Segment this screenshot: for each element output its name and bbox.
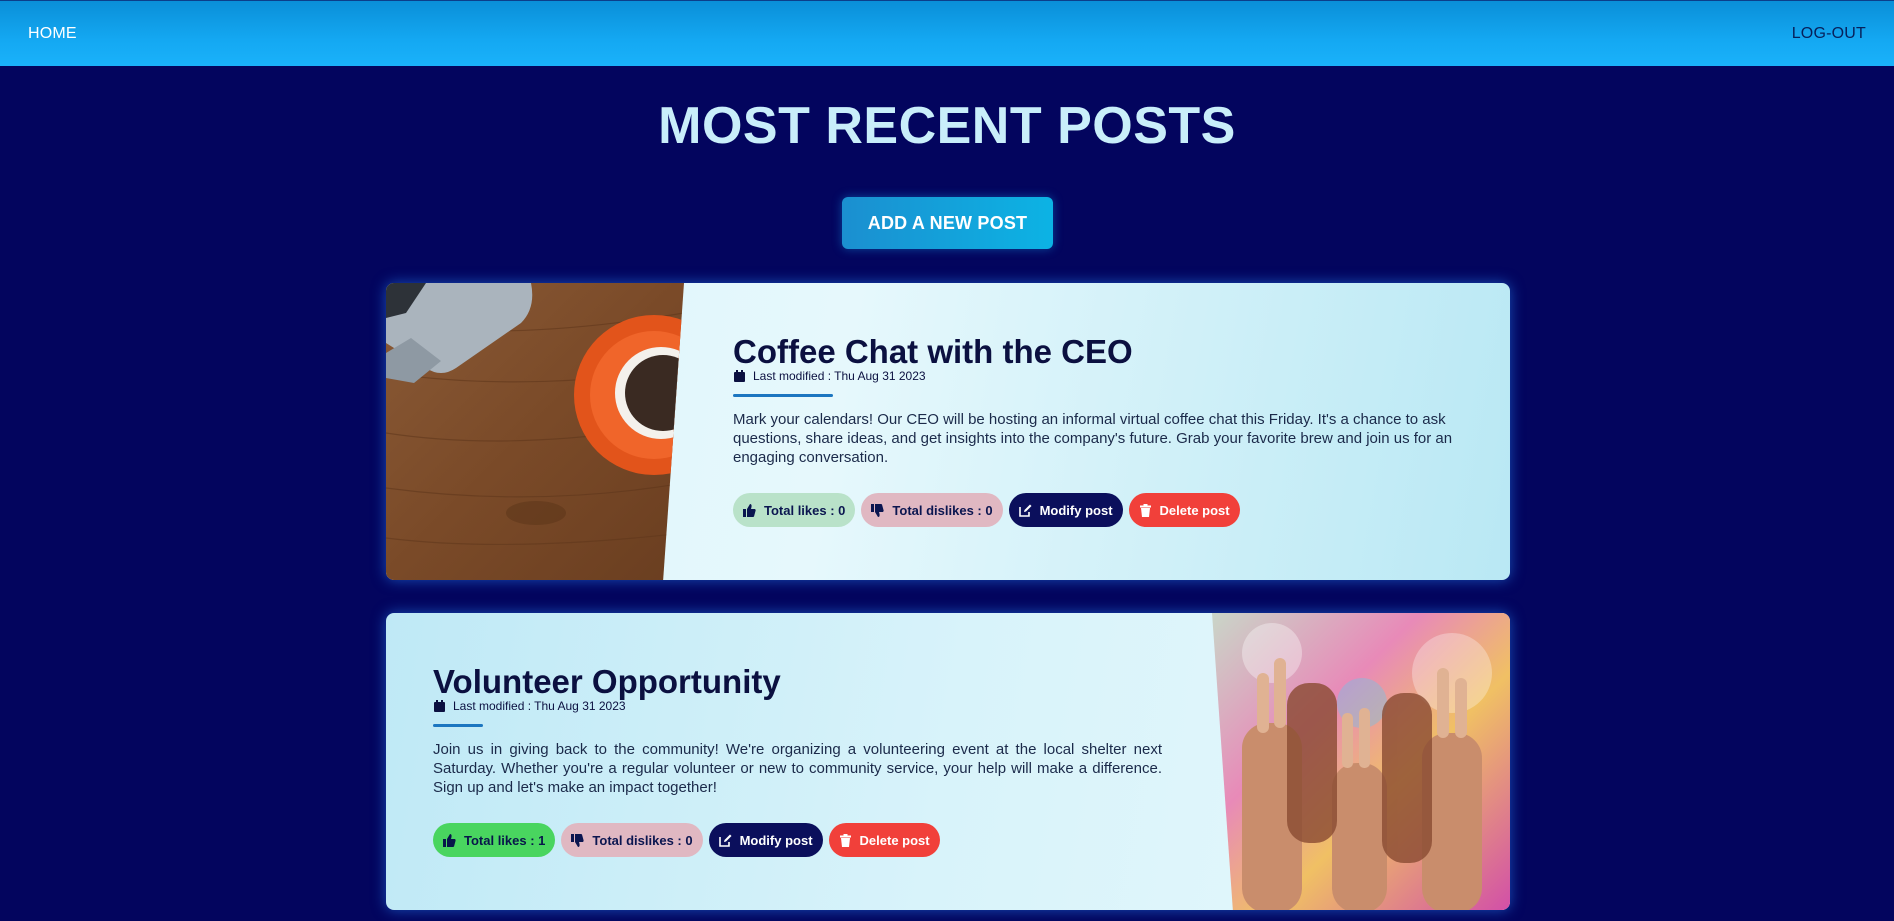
laptop-and-coffee-cup-photo (386, 283, 684, 580)
top-navbar: HOME LOG-OUT (0, 0, 1894, 66)
title-underline (433, 724, 483, 727)
nav-home-link[interactable]: HOME (28, 25, 77, 43)
like-button[interactable]: Total likes : 0 (733, 493, 856, 527)
modify-post-button[interactable]: Modify post (708, 823, 823, 857)
trash-icon (839, 833, 851, 847)
trash-icon (1139, 503, 1151, 517)
post-modified-date: Last modified : Thu Aug 31 2023 (753, 369, 926, 383)
nav-logout-link[interactable]: LOG-OUT (1792, 25, 1866, 43)
delete-post-button[interactable]: Delete post (1128, 493, 1240, 527)
dislike-button[interactable]: Total dislikes : 0 (861, 493, 1003, 527)
like-button[interactable]: Total likes : 1 (433, 823, 556, 857)
delete-post-label: Delete post (1159, 502, 1230, 518)
thumbs-down-icon (871, 503, 885, 517)
post-body: Join us in giving back to the community!… (433, 741, 1162, 796)
thumbs-up-icon (743, 503, 756, 517)
thumbs-up-icon (443, 833, 456, 847)
post-modified-date: Last modified : Thu Aug 31 2023 (453, 699, 626, 713)
post-title: Volunteer Opportunity (433, 663, 781, 700)
dislikes-count: Total dislikes : 0 (892, 502, 993, 518)
dislike-button[interactable]: Total dislikes : 0 (561, 823, 703, 857)
modify-post-button[interactable]: Modify post (1008, 493, 1123, 527)
post-card: Coffee Chat with the CEO Last modified :… (386, 283, 1510, 580)
thumbs-down-icon (571, 833, 585, 847)
raised-hands-photo (1212, 613, 1510, 910)
calendar-icon (434, 700, 445, 712)
add-new-post-button[interactable]: ADD A NEW POST (842, 197, 1053, 249)
post-image (386, 283, 684, 580)
post-image (1212, 613, 1510, 910)
likes-count: Total likes : 1 (464, 832, 546, 848)
post-actions: Total likes : 1 Total dislikes : 0 Modif… (433, 823, 940, 857)
post-card: Volunteer Opportunity Last modified : Th… (386, 613, 1510, 910)
modify-post-label: Modify post (1039, 502, 1113, 518)
delete-post-button[interactable]: Delete post (828, 823, 940, 857)
post-meta: Last modified : Thu Aug 31 2023 (734, 369, 926, 383)
title-underline (733, 394, 833, 397)
modify-post-label: Modify post (739, 832, 813, 848)
post-actions: Total likes : 0 Total dislikes : 0 Modif… (733, 493, 1240, 527)
dislikes-count: Total dislikes : 0 (592, 832, 693, 848)
edit-icon (718, 834, 732, 847)
post-body: Mark your calendars! Our CEO will be hos… (733, 411, 1453, 466)
post-title: Coffee Chat with the CEO (733, 333, 1133, 370)
page-title: MOST RECENT POSTS (658, 97, 1236, 155)
calendar-icon (734, 370, 745, 382)
edit-icon (1018, 504, 1032, 517)
delete-post-label: Delete post (859, 832, 930, 848)
post-meta: Last modified : Thu Aug 31 2023 (434, 699, 626, 713)
likes-count: Total likes : 0 (764, 502, 846, 518)
